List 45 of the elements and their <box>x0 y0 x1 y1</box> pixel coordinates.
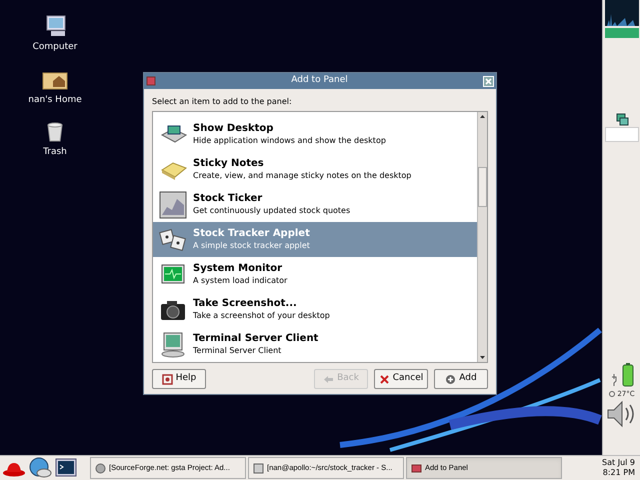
item-title: Stock Ticker <box>193 192 264 204</box>
icon-label[interactable]: Computer <box>32 41 78 54</box>
close-icon[interactable] <box>483 76 494 86</box>
item-title: Terminal Server Client <box>193 332 318 344</box>
back-arrow-icon <box>323 374 334 384</box>
list-item[interactable]: System Monitor A system load indicator <box>153 257 477 292</box>
stock-chart-icon <box>159 190 187 218</box>
network-computers-icon[interactable] <box>614 112 628 126</box>
cross-icon <box>378 374 390 384</box>
panel-icon <box>411 462 422 474</box>
input-field[interactable] <box>604 126 638 142</box>
list-item[interactable]: Take Screenshot... Take a screenshot of your desktop <box>153 292 477 327</box>
item-title: Take Screenshot... <box>193 298 298 310</box>
memory-meter <box>604 28 638 38</box>
battery-icon[interactable] <box>622 362 634 386</box>
item-title: System Monitor <box>193 262 284 274</box>
add-button[interactable]: Add <box>434 369 488 389</box>
plus-icon <box>445 374 456 384</box>
item-title: Stock Tracker Applet <box>193 228 310 240</box>
list-item[interactable]: Stock Ticker Get continuously updated stock quotes <box>153 187 477 222</box>
list-item[interactable]: Show Desktop Hide application windows and show the desktop <box>153 117 477 152</box>
list-item[interactable]: Sticky Notes Create, view, and manage sticky notes on the desktop <box>153 152 477 187</box>
lifebuoy-icon <box>162 374 173 384</box>
icon-label[interactable]: Trash <box>43 146 67 160</box>
item-description: Create, view, and manage sticky notes on the desktop <box>193 170 412 182</box>
item-description: A simple stock tracker applet <box>193 240 310 252</box>
item-description: Hide application windows and show the desktop <box>193 134 386 146</box>
computer-screen-icon <box>159 330 187 358</box>
item-title: Show Desktop <box>193 122 274 134</box>
help-button[interactable]: Help <box>152 369 206 389</box>
item-description: Terminal Server Client <box>193 344 282 356</box>
item-description: A system load indicator <box>193 274 288 286</box>
load-graph-drawing <box>604 0 638 26</box>
cancel-button[interactable]: Cancel <box>374 369 428 389</box>
icon-label[interactable]: nan's Home <box>28 94 82 107</box>
window-title: Add to Panel <box>290 74 349 88</box>
list-item[interactable]: Terminal Server Client Terminal Server Client <box>153 327 477 362</box>
item-description: Get continuously updated stock quotes <box>193 204 350 216</box>
item-title: Sticky Notes <box>193 158 265 170</box>
clock-time[interactable]: 8:21 PM <box>602 468 635 478</box>
scrollbar[interactable] <box>477 112 487 362</box>
clock-date[interactable]: Sat Jul 9 <box>602 458 635 468</box>
prompt-text: Select an item to add to the panel: <box>152 96 293 108</box>
item-description: Take a screenshot of your desktop <box>193 310 330 322</box>
scroll-thumb[interactable] <box>478 167 487 207</box>
